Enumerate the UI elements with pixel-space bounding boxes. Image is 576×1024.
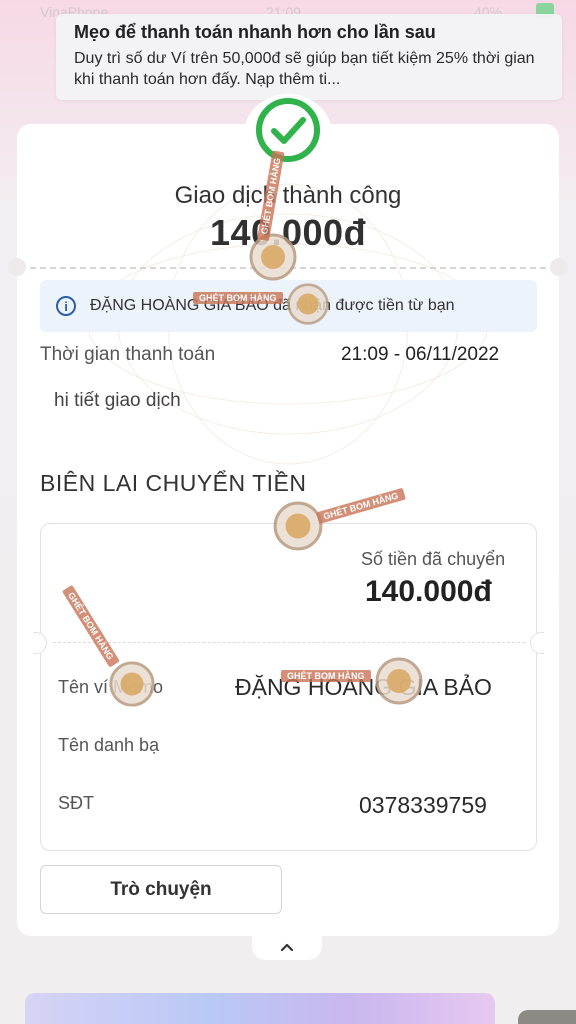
chevron-up-icon: [280, 943, 294, 952]
card-divider: [30, 267, 546, 269]
transferred-amount-value: 140.000đ: [365, 575, 492, 608]
recipient-notice: i ĐẶNG HOÀNG GIA BẢO đã nhận được tiền t…: [40, 280, 537, 332]
payment-time-value: 21:09 - 06/11/2022: [341, 344, 500, 365]
tip-body: Duy trì số dư Ví trên 50,000đ sẽ giúp bạ…: [74, 50, 535, 88]
receipt-title: BIÊN LAI CHUYỂN TIỀN: [40, 470, 307, 496]
chat-button[interactable]: Trò chuyện: [40, 865, 282, 914]
transferred-amount-label: Số tiền đã chuyển: [361, 549, 506, 569]
transaction-amount: 140.000đ: [209, 212, 367, 253]
receipt-notch-right: [530, 632, 544, 654]
promo-banner-secondary[interactable]: [518, 1010, 576, 1024]
contact-name-label: Tên danh bạ: [58, 735, 160, 755]
payment-time-label: Thời gian thanh toán: [40, 344, 216, 365]
check-circle-icon: [256, 98, 320, 162]
wallet-name-label: Tên ví Momo: [58, 677, 164, 697]
success-badge: [244, 94, 332, 174]
expand-tab[interactable]: [252, 934, 322, 960]
transaction-details-link[interactable]: hi tiết giao dịch: [54, 390, 181, 412]
phone-label: SĐT: [58, 793, 94, 813]
card-notch-right: [550, 258, 568, 276]
transaction-status: Giao dịch thành công: [174, 182, 402, 209]
info-icon: i: [56, 296, 76, 316]
tip-title: Mẹo để thanh toán nhanh hơn cho lần sau: [74, 22, 436, 42]
receipt-notch-left: [33, 632, 47, 654]
receipt-divider: [53, 642, 525, 643]
card-notch-left: [8, 258, 26, 276]
promo-banner[interactable]: [25, 993, 495, 1024]
tip-notification[interactable]: Mẹo để thanh toán nhanh hơn cho lần sau …: [56, 14, 562, 100]
phone-value: 0378339759: [359, 792, 487, 818]
wallet-name-value: ĐẶNG HOÀNG GIA BẢO: [235, 674, 492, 700]
recipient-notice-text: ĐẶNG HOÀNG GIA BẢO đã nhận được tiền từ …: [90, 297, 455, 314]
